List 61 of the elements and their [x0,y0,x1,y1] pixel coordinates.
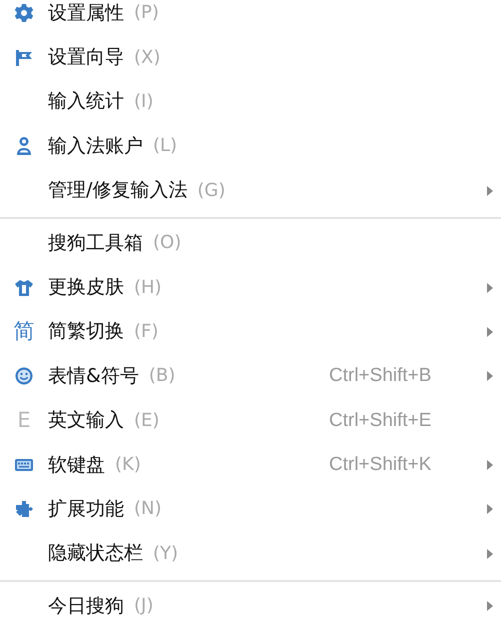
shortcut-text: Ctrl+Shift+K [329,454,432,476]
access-key: (X) [134,48,160,67]
shortcut-text: Ctrl+Shift+E [329,410,432,432]
shirt-icon [14,278,34,298]
simplified-char-icon: 简 [14,321,34,342]
access-key: (G) [197,182,226,200]
submenu-arrow-icon [487,326,493,337]
menu-item[interactable]: 更换皮肤 (H) [48,265,501,310]
menu-item[interactable]: 扩展功能 (N) [48,487,501,532]
access-key: (B) [148,367,176,386]
item-label: 英文输入 [48,411,124,430]
access-key: (L) [153,137,178,156]
menu-item[interactable]: 输入统计 (I) [48,80,501,124]
menu-item[interactable]: 软键盘 (K) Ctrl+Shift+K [48,442,501,488]
submenu-arrow-icon [487,601,493,612]
item-label: 软键盘 [48,456,105,475]
flag-icon [14,48,34,68]
access-key: (Y) [153,544,178,563]
menu-item[interactable]: 英文输入 (E) Ctrl+Shift+E [48,398,501,443]
submenu-arrow-icon [487,186,493,196]
item-label: 简繁切换 [48,322,124,342]
menu-item[interactable]: 输入法账户 (L) [48,124,501,169]
menu-item[interactable]: 管理/修复输入法 (G) [48,168,501,213]
menu-item[interactable]: 搜狗工具箱 (O) [48,220,501,266]
item-label: 表情&符号 [48,366,139,386]
submenu-arrow-icon [487,371,493,382]
item-label: 隐藏状态栏 [48,544,143,564]
access-key: (I) [134,92,154,111]
access-key: (F) [134,322,158,341]
item-label: 今日搜狗 [48,596,124,616]
item-label: 设置属性 [48,4,124,23]
menu-item[interactable]: 隐藏状态栏 (Y) [48,532,501,576]
access-key: (O) [153,234,182,252]
menu-item[interactable]: 今日搜狗 (J) [48,584,501,626]
item-label: 搜狗工具箱 [48,234,143,253]
gear-icon [14,3,34,24]
access-key: (K) [115,456,141,474]
menu-item[interactable]: 简繁切换 (F) [48,310,501,354]
item-label: 扩展功能 [48,500,124,519]
item-label: 管理/修复输入法 [48,181,188,200]
item-label: 输入统计 [48,92,124,112]
puzzle-icon [14,499,34,520]
item-label: 更换皮肤 [48,278,124,298]
smiley-icon [14,366,34,386]
item-label: 设置向导 [48,48,124,68]
menu-item[interactable]: 设置属性 (P) [48,0,501,36]
submenu-arrow-icon [487,548,493,559]
access-key: (E) [134,412,160,430]
access-key: (N) [134,500,162,518]
access-key: (P) [134,4,159,22]
access-key: (J) [134,597,154,616]
item-label: 输入法账户 [48,136,143,156]
person-icon [14,136,34,156]
submenu-arrow-icon [487,460,493,470]
submenu-arrow-icon [487,282,493,293]
menu-item[interactable]: 表情&符号 (B) Ctrl+Shift+B [48,354,501,399]
shortcut-text: Ctrl+Shift+B [329,365,432,388]
access-key: (H) [134,278,162,297]
menu-item[interactable]: 设置向导 (X) [48,35,501,80]
letter-icon: E [17,410,31,432]
submenu-arrow-icon [487,504,493,514]
